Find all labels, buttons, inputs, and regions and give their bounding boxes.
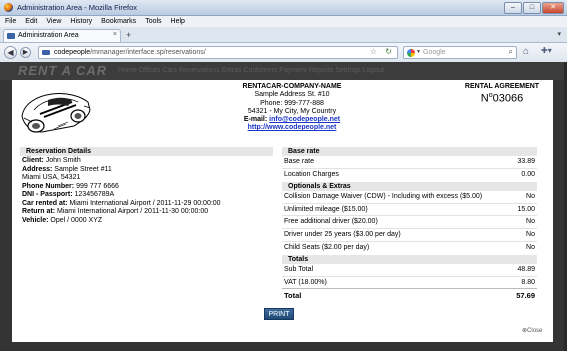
site-header: RENT A CAR Home Offices Cars Reservation… <box>0 62 567 80</box>
agreement-number: No03066 <box>480 92 524 105</box>
company-email-link[interactable]: info@codepeople.net <box>269 116 340 123</box>
menu-bookmarks[interactable]: Bookmarks <box>101 16 136 27</box>
address-bar[interactable]: codepeople/mmanager/interface.sp/reserva… <box>38 46 398 59</box>
extra-row: Driver under 25 years ($3.00 per day) No <box>282 229 537 242</box>
search-placeholder: Google <box>423 48 446 56</box>
extra-row: Free additional driver ($20.00) No <box>282 216 537 229</box>
vehicle: Opel / 0000 XYZ <box>50 216 103 224</box>
client-dni: 123456789A <box>74 191 115 198</box>
minimize-button[interactable]: – <box>504 2 522 14</box>
company-website-link[interactable]: http://www.codepeople.net <box>248 124 337 131</box>
menu-edit[interactable]: Edit <box>25 16 37 27</box>
new-tab-button[interactable]: + <box>126 30 131 40</box>
home-icon[interactable]: ⌂ <box>523 46 529 57</box>
close-window-button[interactable]: ✕ <box>542 2 564 14</box>
navigation-toolbar: ◀ ▶ codepeople/mmanager/interface.sp/res… <box>0 43 567 63</box>
extra-row: Child Seats ($2.00 per day) No <box>284 243 535 251</box>
base-rate-heading: Base rate <box>282 147 537 156</box>
menu-view[interactable]: View <box>46 16 61 27</box>
url-text[interactable]: codepeople/mmanager/interface.sp/reserva… <box>54 49 206 56</box>
client-address-line2: Miami USA, 54321 <box>22 174 81 181</box>
email-label: E-mail: <box>243 116 268 124</box>
company-name: RENTACAR-COMPANY-NAME <box>242 83 342 90</box>
page-viewport: RENT A CAR Home Offices Cars Reservation… <box>0 62 567 351</box>
charges-panel: Base rate Base rate 33.89 Location Charge… <box>282 147 537 303</box>
bookmark-star-icon[interactable]: ☆ <box>370 47 377 56</box>
menu-bar: File Edit View History Bookmarks Tools H… <box>0 16 567 27</box>
menu-tools[interactable]: Tools <box>145 16 161 27</box>
reservation-details-heading: Reservation Details <box>20 147 273 156</box>
reservation-details-body: Client: John Smith Address: Sample Stree… <box>20 157 273 225</box>
site-identity-icon[interactable] <box>42 50 50 55</box>
maximize-button[interactable]: □ <box>523 2 541 14</box>
total-row: VAT (18.00%) 8.80 <box>284 278 535 286</box>
optionals-heading: Optionals & Extras <box>282 182 537 192</box>
back-button[interactable]: ◀ <box>4 46 17 59</box>
client-name: John Smith <box>45 157 81 164</box>
reload-icon[interactable]: ↻ <box>385 47 392 56</box>
pickup-location: Miami International Airport / 2011-11-29… <box>69 199 221 207</box>
google-icon[interactable] <box>407 49 415 57</box>
tab-close-icon[interactable]: × <box>113 31 117 38</box>
company-info: RENTACAR-COMPANY-NAME Sample Address St.… <box>202 83 382 133</box>
company-phone: Phone: 999-777-888 <box>260 99 324 107</box>
tab-administration-area[interactable]: Administration Area × <box>3 29 121 42</box>
site-brand: RENT A CAR <box>18 63 108 78</box>
extra-row: Collision Damage Waiver (CDW) - Includin… <box>282 191 537 204</box>
grand-total-row: Total 57.69 <box>282 288 537 303</box>
menu-history[interactable]: History <box>70 16 92 27</box>
close-link[interactable]: ⊗Close <box>522 327 542 334</box>
rental-agreement-sheet: RENTACAR-COMPANY-NAME Sample Address St.… <box>12 80 553 342</box>
client-phone: 999 777 6666 <box>76 182 119 190</box>
tab-bar: Administration Area × + ▾ <box>0 27 567 43</box>
menu-help[interactable]: Help <box>171 16 185 27</box>
tools-icon[interactable]: ✚▾ <box>541 46 552 55</box>
firefox-icon <box>4 3 13 12</box>
menu-file[interactable]: File <box>5 16 16 27</box>
window-titlebar: Administration Area - Mozilla Firefox – … <box>0 0 567 16</box>
extra-row: Unlimited mileage ($15.00) 15.00 <box>282 204 537 217</box>
forward-button[interactable]: ▶ <box>20 47 31 58</box>
tab-title: Administration Area <box>18 32 79 39</box>
car-favicon-icon <box>7 33 15 39</box>
charge-row: Location Charges 0.00 <box>284 170 535 178</box>
charge-row: Base rate 33.89 <box>282 156 537 169</box>
reservation-details-panel: Reservation Details Client: John Smith A… <box>20 147 273 225</box>
print-button[interactable]: PRINT <box>264 308 294 320</box>
agreement-label: RENTAL AGREEMENT <box>464 83 540 90</box>
grand-total-value: 57.69 <box>516 291 535 301</box>
agreement-number-block: RENTAL AGREEMENT No03066 <box>457 83 547 105</box>
search-icon[interactable]: ⌕ <box>509 47 513 57</box>
return-location: Miami International Airport / 2011-11-30… <box>57 208 209 215</box>
search-bar[interactable]: ▼ Google ⌕ <box>403 46 517 59</box>
client-address-line1: Sample Street #11 <box>54 165 112 173</box>
company-address: Sample Address St. #10 <box>254 91 330 99</box>
totals-heading: Totals <box>282 255 537 265</box>
car-illustration-icon <box>21 93 91 133</box>
window-title: Administration Area - Mozilla Firefox <box>17 3 138 12</box>
tab-list-icon[interactable]: ▾ <box>557 30 561 38</box>
total-row: Sub Total 48.89 <box>282 264 537 277</box>
search-engine-dropdown-icon[interactable]: ▼ <box>416 49 421 55</box>
company-city: 54321 - My City, My Country <box>247 107 337 115</box>
site-navigation: Home Offices Cars Reservations Extras Cu… <box>118 67 384 74</box>
